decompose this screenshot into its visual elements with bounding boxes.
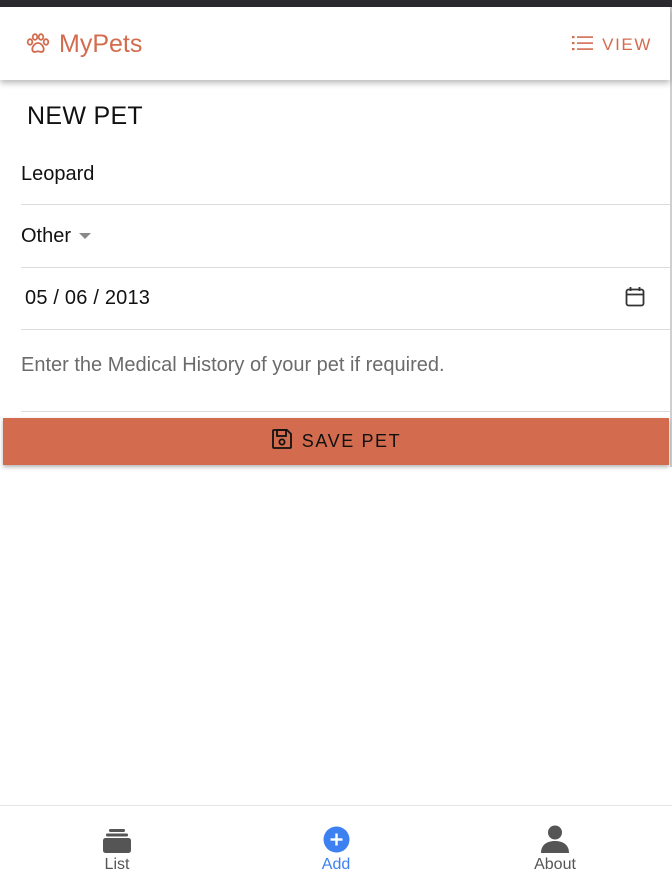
tab-add-label: Add — [321, 856, 351, 873]
tab-add[interactable]: Add — [271, 806, 401, 878]
medical-history-textarea[interactable]: Enter the Medical History of your pet if… — [21, 330, 670, 412]
caret-down-icon — [79, 233, 92, 239]
app-bar: MyPets VIEW — [0, 7, 670, 80]
save-pet-label: SAVE PET — [301, 431, 402, 451]
pet-name-value: Leopard — [21, 163, 95, 185]
paw-icon — [26, 33, 50, 55]
tab-list-label: List — [104, 856, 130, 873]
person-icon — [541, 820, 569, 853]
birth-date-value: 05 / 06 / 2013 — [25, 287, 151, 309]
stack-icon — [103, 820, 131, 853]
page-title: NEW PET — [27, 102, 143, 130]
list-icon — [572, 35, 594, 56]
add-circle-icon — [323, 820, 350, 853]
app-title: MyPets — [59, 29, 143, 58]
tab-list[interactable]: List — [52, 806, 182, 878]
birth-date-input[interactable]: 05 / 06 / 2013 — [21, 268, 670, 330]
brand[interactable]: MyPets — [26, 29, 142, 59]
calendar-icon[interactable] — [625, 286, 645, 313]
pet-type-value: Other — [21, 225, 72, 247]
tab-about-label: About — [534, 856, 576, 873]
floppy-disk-icon — [271, 428, 293, 455]
tab-about[interactable]: About — [490, 806, 620, 878]
medical-history-placeholder: Enter the Medical History of your pet if… — [21, 354, 445, 376]
save-pet-button[interactable]: SAVE PET — [3, 418, 669, 465]
view-button[interactable]: VIEW — [572, 33, 652, 57]
bottom-tab-bar: List Add About — [0, 805, 672, 878]
window-top-strip — [0, 0, 672, 7]
pet-type-select[interactable]: Other — [21, 205, 670, 268]
pet-name-input[interactable]: Leopard — [21, 146, 670, 205]
view-label: VIEW — [602, 35, 652, 54]
